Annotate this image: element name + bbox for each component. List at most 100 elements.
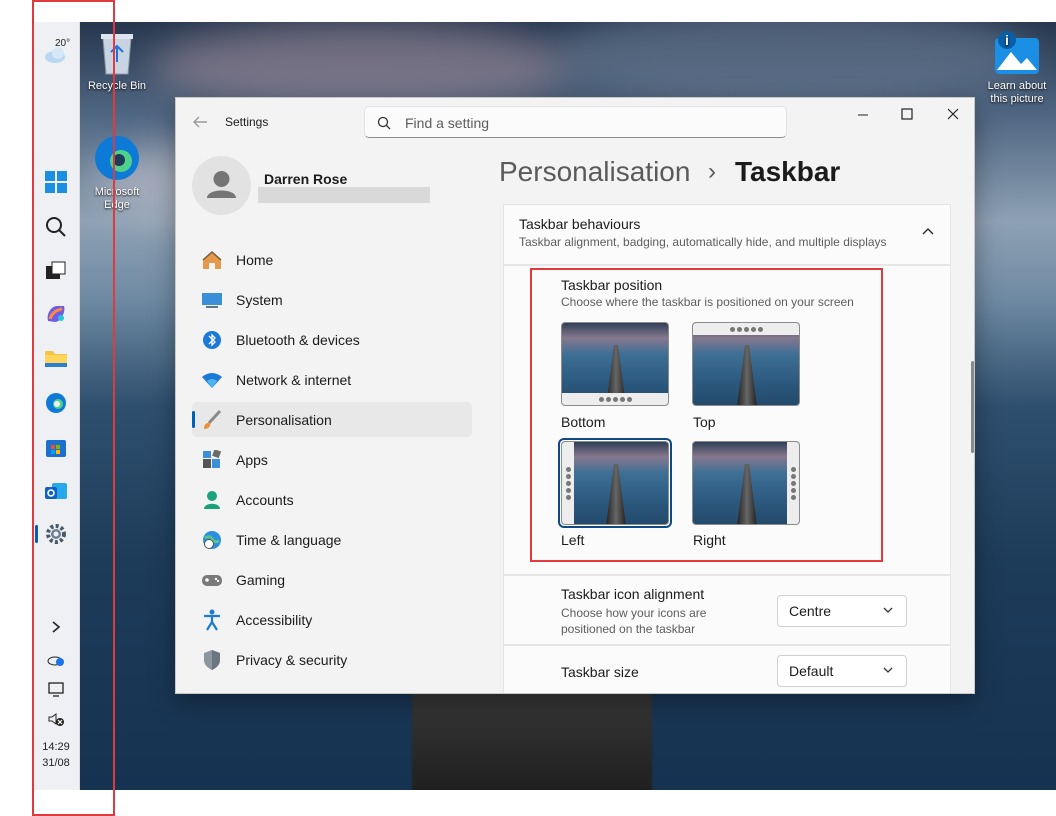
accessibility-icon <box>201 609 223 631</box>
nav-privacy-security[interactable]: Privacy & security <box>192 642 472 677</box>
alignment-dropdown[interactable]: Centre <box>777 595 907 627</box>
nav-home[interactable]: Home <box>192 242 472 277</box>
mini-taskbar <box>562 393 668 405</box>
pier-image <box>412 682 652 790</box>
monitor-icon <box>201 289 223 311</box>
nav-bluetooth[interactable]: Bluetooth & devices <box>192 322 472 357</box>
chevron-down-icon <box>883 607 893 613</box>
svg-text:i: i <box>1005 32 1009 48</box>
weather-temp: 20° <box>55 38 71 49</box>
nav-label: Bluetooth & devices <box>236 331 360 348</box>
folder-icon <box>45 351 67 367</box>
chevron-down-icon <box>883 667 893 673</box>
breadcrumb-parent[interactable]: Personalisation <box>499 156 690 188</box>
copilot-button[interactable] <box>32 299 80 329</box>
nav-accounts[interactable]: Accounts <box>192 482 472 517</box>
nav-label: Network & internet <box>236 371 352 388</box>
position-title: Taskbar position <box>561 277 663 293</box>
window-title: Settings <box>225 115 269 129</box>
mini-taskbar <box>562 442 574 524</box>
position-option-right[interactable] <box>692 441 800 525</box>
size-value: Default <box>789 663 834 679</box>
nav-label: Accessibility <box>236 611 313 628</box>
gamepad-icon <box>201 569 223 591</box>
nav-network[interactable]: Network & internet <box>192 362 472 397</box>
nav-label: Gaming <box>236 571 286 588</box>
settings-window: Settings Find a setting Darren Rose Home… <box>175 97 975 694</box>
search-button[interactable] <box>32 212 80 242</box>
start-button[interactable] <box>32 167 80 197</box>
outlook-button[interactable] <box>32 476 80 506</box>
mini-taskbar <box>787 442 799 524</box>
home-icon <box>201 249 223 271</box>
thumbnail-image <box>606 464 626 524</box>
cloud-info-icon <box>47 656 64 666</box>
store-button[interactable] <box>32 432 80 462</box>
thumbnail-image <box>737 464 757 524</box>
account-icon <box>201 489 223 511</box>
size-dropdown[interactable]: Default <box>777 655 907 687</box>
option-label-top: Top <box>693 414 716 430</box>
nav-gaming[interactable]: Gaming <box>192 562 472 597</box>
nav-label: Apps <box>236 451 268 468</box>
option-label-right: Right <box>693 532 726 548</box>
recycle-bin-icon <box>101 34 133 75</box>
position-option-left[interactable] <box>561 441 669 525</box>
nav-label: Personalisation <box>236 411 332 428</box>
scrollbar-thumb[interactable] <box>971 361 974 453</box>
selection-indicator <box>192 411 195 428</box>
mini-taskbar <box>693 323 799 335</box>
back-arrow-icon[interactable] <box>192 115 208 129</box>
search-placeholder: Find a setting <box>405 115 490 131</box>
edge-button[interactable] <box>32 388 80 418</box>
breadcrumb-separator: › <box>708 158 716 185</box>
edge-logo-icon <box>95 136 139 180</box>
weather-widget[interactable]: 20° <box>32 38 80 68</box>
task-view-button[interactable] <box>32 256 80 286</box>
network-status[interactable] <box>32 648 80 670</box>
chevron-up-icon[interactable] <box>921 226 935 236</box>
alignment-title: Taskbar icon alignment <box>561 586 705 602</box>
clock-time[interactable]: 14:29 <box>32 741 80 753</box>
edge-label: Microsoft Edge <box>94 186 140 211</box>
desktop-icon-recycle-bin[interactable]: Recycle Bin <box>75 30 159 93</box>
user-name: Darren Rose <box>264 171 348 187</box>
globe-clock-icon <box>201 529 223 551</box>
close-icon[interactable] <box>946 107 960 121</box>
option-label-bottom: Bottom <box>561 414 606 430</box>
taskbar-behaviours-header[interactable]: Taskbar behaviours Taskbar alignment, ba… <box>503 204 951 265</box>
avatar[interactable] <box>192 156 251 215</box>
volume-status[interactable] <box>32 708 80 730</box>
settings-button[interactable] <box>32 519 80 549</box>
position-option-bottom[interactable] <box>561 322 669 406</box>
copilot-icon <box>47 306 65 322</box>
chevron-right-icon <box>52 621 61 633</box>
nav-label: Accounts <box>236 491 294 508</box>
nav-personalisation[interactable]: Personalisation <box>192 402 472 437</box>
behaviours-subtitle: Taskbar alignment, badging, automaticall… <box>519 235 887 249</box>
search-box[interactable]: Find a setting <box>364 106 787 138</box>
maximize-icon[interactable] <box>900 107 914 121</box>
desktop-icon-edge[interactable]: Microsoft Edge <box>75 134 159 212</box>
nav-system[interactable]: System <box>192 282 472 317</box>
show-hidden-icons-button[interactable] <box>32 614 80 640</box>
paintbrush-icon <box>201 409 223 431</box>
nav-time-language[interactable]: Time & language <box>192 522 472 557</box>
nav-apps[interactable]: Apps <box>192 442 472 477</box>
desktop-icon-learn[interactable]: i Learn about this picture <box>975 30 1056 106</box>
file-explorer-button[interactable] <box>32 343 80 373</box>
nav-label: Privacy & security <box>236 651 348 668</box>
behaviours-title: Taskbar behaviours <box>519 216 641 232</box>
clock-date[interactable]: 31/08 <box>32 757 80 769</box>
minimize-icon[interactable] <box>856 108 870 122</box>
user-email-redacted <box>258 187 430 203</box>
person-icon <box>207 171 236 198</box>
nav-accessibility[interactable]: Accessibility <box>192 602 472 637</box>
alignment-subtitle: Choose how your icons are positioned on … <box>561 606 707 636</box>
taskbar-position-section: Taskbar position Choose where the taskba… <box>503 265 951 575</box>
display-status[interactable] <box>32 678 80 700</box>
taskbar: 20° 14:29 31/08 <box>32 22 80 790</box>
position-option-top[interactable] <box>692 322 800 406</box>
option-label-left: Left <box>561 532 585 548</box>
alignment-value: Centre <box>789 603 832 619</box>
